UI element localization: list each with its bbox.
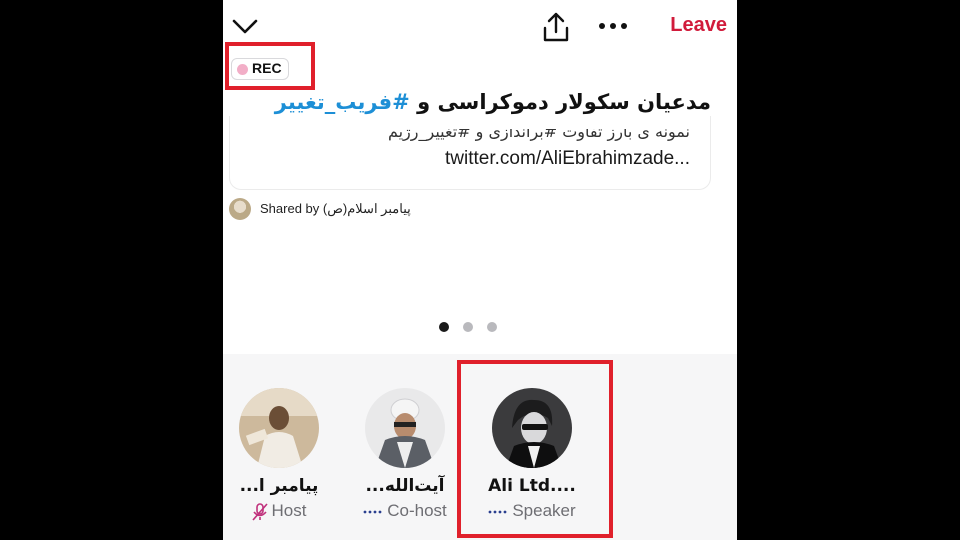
speaker-host[interactable]: پیامبر ا... Host [224, 388, 334, 538]
avatar [239, 388, 319, 468]
audio-wave-icon [363, 510, 382, 513]
more-icon[interactable] [597, 16, 629, 36]
avatar [229, 198, 251, 220]
speaker-role-label: Co-host [387, 501, 447, 520]
speaker-role-label: Host [271, 501, 307, 520]
space-title-hashtag[interactable]: #فریب_تغییر [275, 90, 410, 114]
recording-dot-icon [237, 64, 248, 75]
speaker-role: Co-host [350, 501, 460, 521]
speaker-cohost[interactable]: آیت‌الله... Co-host [350, 388, 460, 538]
tweet-link[interactable]: twitter.com/AliEbrahimzade... [445, 148, 690, 170]
carousel-dot[interactable] [463, 322, 473, 332]
shared-by-label: Shared by پیامبر اسلام(ص) [260, 201, 411, 216]
speaker-highlight-box [457, 360, 613, 538]
space-title: مدعیان سکولار دموکراسی و #فریب_تغییر [261, 90, 711, 114]
leave-button[interactable]: Leave [647, 14, 727, 37]
speaker-name: پیامبر ا... [239, 476, 319, 496]
space-screen: Leave REC مدعیان سکولار دموکراسی و #فریب… [223, 0, 737, 540]
share-icon[interactable] [539, 10, 573, 44]
recording-label: REC [252, 60, 282, 76]
shared-tweet-card[interactable]: نمونه ی بارز تفاوت #براندازی و #تغییر_رژ… [229, 116, 711, 190]
space-title-text: مدعیان سکولار دموکراسی و [409, 90, 711, 114]
speaker-role: Host [224, 501, 334, 521]
carousel-dot[interactable] [439, 322, 449, 332]
recording-badge: REC [231, 58, 289, 80]
tweet-text: نمونه ی بارز تفاوت #براندازی و #تغییر_رژ… [387, 122, 690, 141]
carousel-dot[interactable] [487, 322, 497, 332]
speaker-name: آیت‌الله... [365, 476, 445, 496]
mic-off-icon [251, 502, 268, 521]
chevron-down-icon[interactable] [231, 14, 259, 38]
video-frame: Leave REC مدعیان سکولار دموکراسی و #فریب… [0, 0, 960, 540]
carousel-dots [437, 320, 507, 334]
avatar [365, 388, 445, 468]
